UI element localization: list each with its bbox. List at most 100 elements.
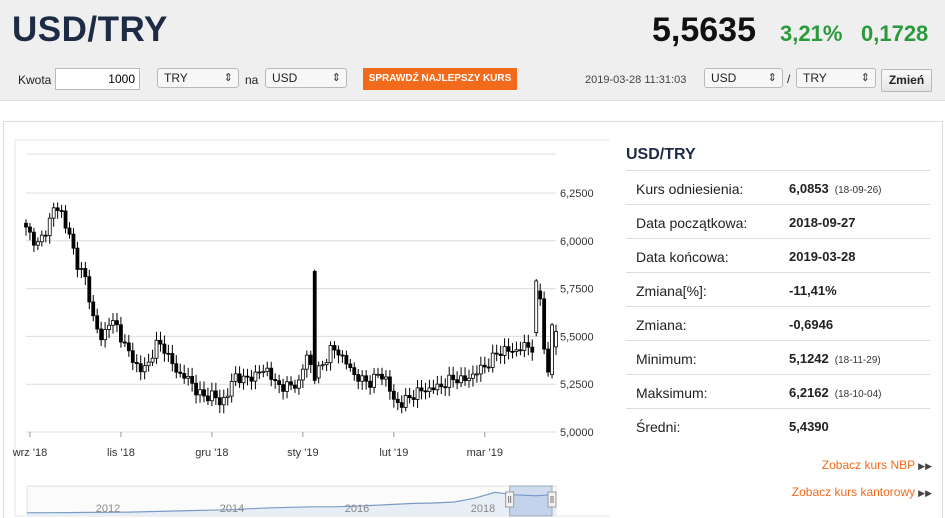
candle-body — [415, 387, 420, 400]
navigator[interactable]: 2012 2014 2016 2018 — [26, 485, 557, 517]
select-arrows-icon: ⇕ — [331, 72, 341, 84]
navigator-selection[interactable] — [509, 485, 553, 517]
candle-body — [71, 233, 76, 249]
info-value-number: 6,0853 — [789, 181, 829, 196]
candle-body — [546, 348, 550, 373]
candle-body — [237, 373, 242, 384]
candle-body — [217, 397, 222, 406]
candle-body — [158, 339, 163, 345]
info-value: 6,0853 (18-09-26) — [789, 181, 881, 196]
info-label: Data początkowa: — [636, 215, 748, 231]
top-bar: USD/TRY 5,5635 3,21% 0,1728 Kwota TRY ⇕ … — [0, 0, 945, 101]
candle-body — [348, 363, 353, 369]
candle-body — [245, 375, 250, 378]
candle-body — [340, 354, 345, 357]
candle-body — [530, 346, 535, 353]
candle-body — [554, 331, 558, 348]
candle-body — [419, 387, 424, 392]
y-tick-label: 5,0000 — [560, 427, 594, 439]
amount-input[interactable] — [55, 68, 140, 90]
candle-body — [498, 353, 503, 356]
nbp-rate-link[interactable]: Zobacz kurs NBP ▶▶ — [822, 458, 932, 472]
candle-body — [324, 362, 329, 366]
candle-body — [170, 353, 175, 365]
candle-body — [308, 354, 313, 366]
select-arrows-icon: ⇕ — [767, 72, 777, 84]
from-currency-select[interactable]: TRY ⇕ — [157, 68, 239, 88]
candle-body — [261, 370, 266, 373]
navigator-year-label: 2016 — [345, 503, 369, 515]
candle-body — [51, 207, 56, 219]
info-value: 2018-09-27 — [789, 215, 862, 230]
candle-body — [459, 375, 463, 384]
candle-body — [154, 339, 159, 359]
pair-quote-select[interactable]: TRY ⇕ — [796, 68, 876, 88]
info-label: Zmiana: — [636, 317, 687, 333]
candle-body — [130, 350, 135, 363]
navigator-handle[interactable] — [547, 491, 557, 508]
candle-body — [427, 387, 432, 393]
info-value: -11,41% — [789, 283, 843, 298]
info-row: Zmiana[%]: -11,41% — [626, 272, 930, 306]
info-value: 2019-03-28 — [789, 249, 862, 264]
info-date: (18-10-04) — [834, 389, 882, 400]
candle-body — [24, 222, 28, 228]
x-tick-label: lut '19 — [379, 447, 408, 459]
candle-body — [376, 373, 380, 376]
x-tick-label: gru '18 — [195, 447, 228, 459]
y-axis-labels: 6,2500 6,0000 5,7500 5,5000 5,2500 5,0000 — [560, 188, 594, 439]
candle-body — [87, 276, 92, 303]
info-title: USD/TRY — [626, 146, 696, 163]
candle-body — [150, 357, 155, 363]
info-row: Data końcowa: 2019-03-28 — [626, 238, 930, 272]
candle-body — [320, 364, 325, 367]
candle-body — [482, 364, 487, 368]
info-label: Zmiana[%]: — [636, 283, 707, 299]
candle-body — [510, 350, 515, 353]
candle-body — [336, 349, 341, 356]
current-rate: 5,5635 — [652, 11, 756, 49]
candle-body — [39, 234, 44, 243]
info-value-number: 2018-09-27 — [789, 215, 856, 230]
pair-base-value: USD — [711, 71, 737, 85]
navigator-handle[interactable] — [505, 491, 515, 508]
candle-body — [249, 376, 254, 382]
candle-body — [356, 374, 361, 382]
candle-body — [194, 382, 198, 396]
price-chart[interactable]: 6,2500 6,0000 5,7500 5,5000 5,2500 5,0000 wrz… — [0, 138, 610, 518]
candle-body — [297, 379, 301, 389]
candle-body — [387, 376, 392, 392]
info-row: Średni: 5,4390 — [626, 408, 930, 442]
candle-body — [107, 324, 111, 330]
candle-body — [490, 352, 495, 368]
from-currency-value: TRY — [164, 71, 188, 85]
pair-base-select[interactable]: USD ⇕ — [704, 68, 783, 88]
candle-body — [538, 290, 543, 300]
to-currency-select[interactable]: USD ⇕ — [265, 68, 347, 88]
candle-body — [352, 367, 357, 375]
candle-body — [213, 390, 218, 399]
candle-body — [83, 268, 88, 278]
info-label: Kurs odniesienia: — [636, 181, 744, 197]
candle-body — [79, 268, 84, 270]
candle-body — [360, 375, 365, 382]
candle-body — [411, 397, 416, 400]
grid-lines — [26, 192, 556, 433]
candle-body — [202, 389, 206, 397]
candle-body — [241, 375, 246, 384]
check-best-rate-button[interactable]: SPRAWDŹ NAJLEPSZY KURS — [363, 68, 517, 90]
candle-body — [162, 343, 167, 354]
y-tick-label: 6,2500 — [560, 188, 594, 200]
candle-body — [265, 367, 270, 372]
change-pair-button[interactable]: Zmień — [881, 69, 932, 92]
change-absolute: 0,1728 — [861, 21, 929, 46]
candle-body — [439, 383, 444, 388]
double-arrow-right-icon: ▶▶ — [918, 461, 932, 471]
exchange-office-rate-link[interactable]: Zobacz kurs kantorowy ▶▶ — [792, 485, 932, 499]
candle-body — [35, 241, 40, 246]
candle-body — [186, 375, 191, 379]
candle-body — [514, 349, 519, 352]
candle-body — [209, 390, 214, 402]
x-tick-label: lis '18 — [107, 447, 135, 459]
candle-body — [99, 328, 104, 341]
